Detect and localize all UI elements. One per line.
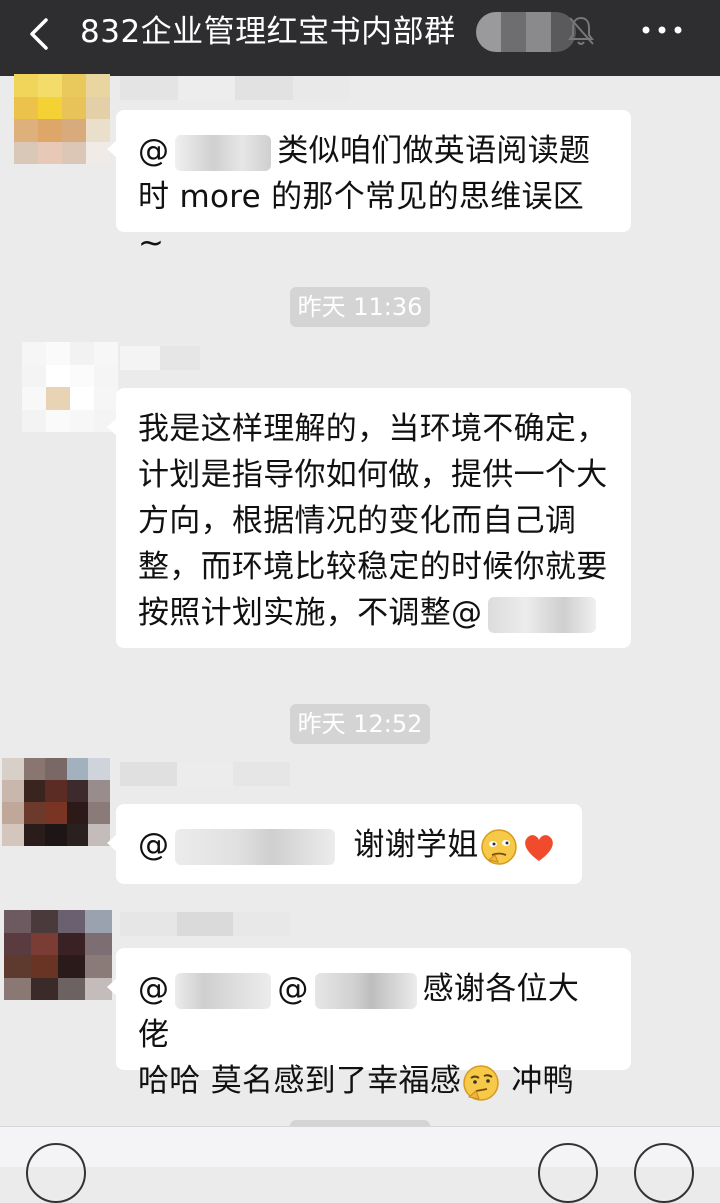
timestamp: 昨天 11:36 bbox=[290, 287, 430, 327]
mention-blur bbox=[175, 972, 272, 1009]
mention-at: @ bbox=[138, 133, 170, 169]
message-bubble[interactable]: @ 谢谢学姐 bbox=[107, 804, 582, 884]
message-bubble[interactable]: @ 类似咱们做英语阅读题时 more 的那个常见的思维误区 ~ bbox=[107, 110, 631, 261]
more-dots-icon[interactable] bbox=[640, 18, 684, 42]
message-text: 冲鸭 bbox=[511, 1063, 574, 1099]
mention-blur bbox=[175, 134, 272, 171]
message-text: 谢谢学姐 bbox=[353, 827, 479, 863]
bell-off-icon bbox=[568, 16, 594, 45]
sender-name-blur bbox=[120, 76, 350, 100]
mention-at: @ bbox=[277, 971, 309, 1007]
message-bubble[interactable]: @ @ 感谢各位大佬 哈哈 莫名感到了幸福感 冲鸭 bbox=[107, 948, 631, 1101]
mention-at: @ bbox=[138, 827, 170, 863]
chat-title: 832企业管理红宝书内部群 bbox=[80, 14, 456, 50]
avatar[interactable] bbox=[14, 74, 110, 164]
avatar[interactable] bbox=[22, 342, 118, 432]
back-chevron-icon[interactable] bbox=[22, 14, 62, 54]
voice-toggle-icon[interactable] bbox=[26, 1143, 86, 1203]
emoji-button-icon[interactable] bbox=[538, 1143, 598, 1203]
avatar[interactable] bbox=[4, 910, 112, 1000]
mention-at: @ bbox=[138, 971, 170, 1007]
message-text: 哈哈 莫名感到了幸福感 bbox=[138, 1063, 462, 1099]
message-bubble[interactable]: 我是这样理解的，当环境不确定，计划是指导你如何做，提供一个大方向，根据情况的变化… bbox=[107, 388, 631, 648]
thinking-face-icon bbox=[463, 1064, 499, 1101]
sender-name-blur bbox=[120, 346, 200, 370]
red-heart-icon bbox=[524, 834, 553, 861]
mention-blur bbox=[488, 596, 597, 633]
mention-blur bbox=[314, 972, 417, 1009]
input-bar bbox=[0, 1126, 720, 1203]
thinking-face-icon bbox=[480, 828, 517, 865]
sender-name-blur bbox=[120, 762, 291, 786]
avatar[interactable] bbox=[2, 758, 110, 846]
sender-name-blur bbox=[120, 912, 291, 936]
chat-header: 832企业管理红宝书内部群 bbox=[0, 0, 720, 76]
title-blur bbox=[476, 12, 576, 52]
timestamp: 昨天 12:52 bbox=[290, 704, 430, 744]
plus-button-icon[interactable] bbox=[634, 1143, 694, 1203]
mention-blur bbox=[175, 828, 336, 865]
